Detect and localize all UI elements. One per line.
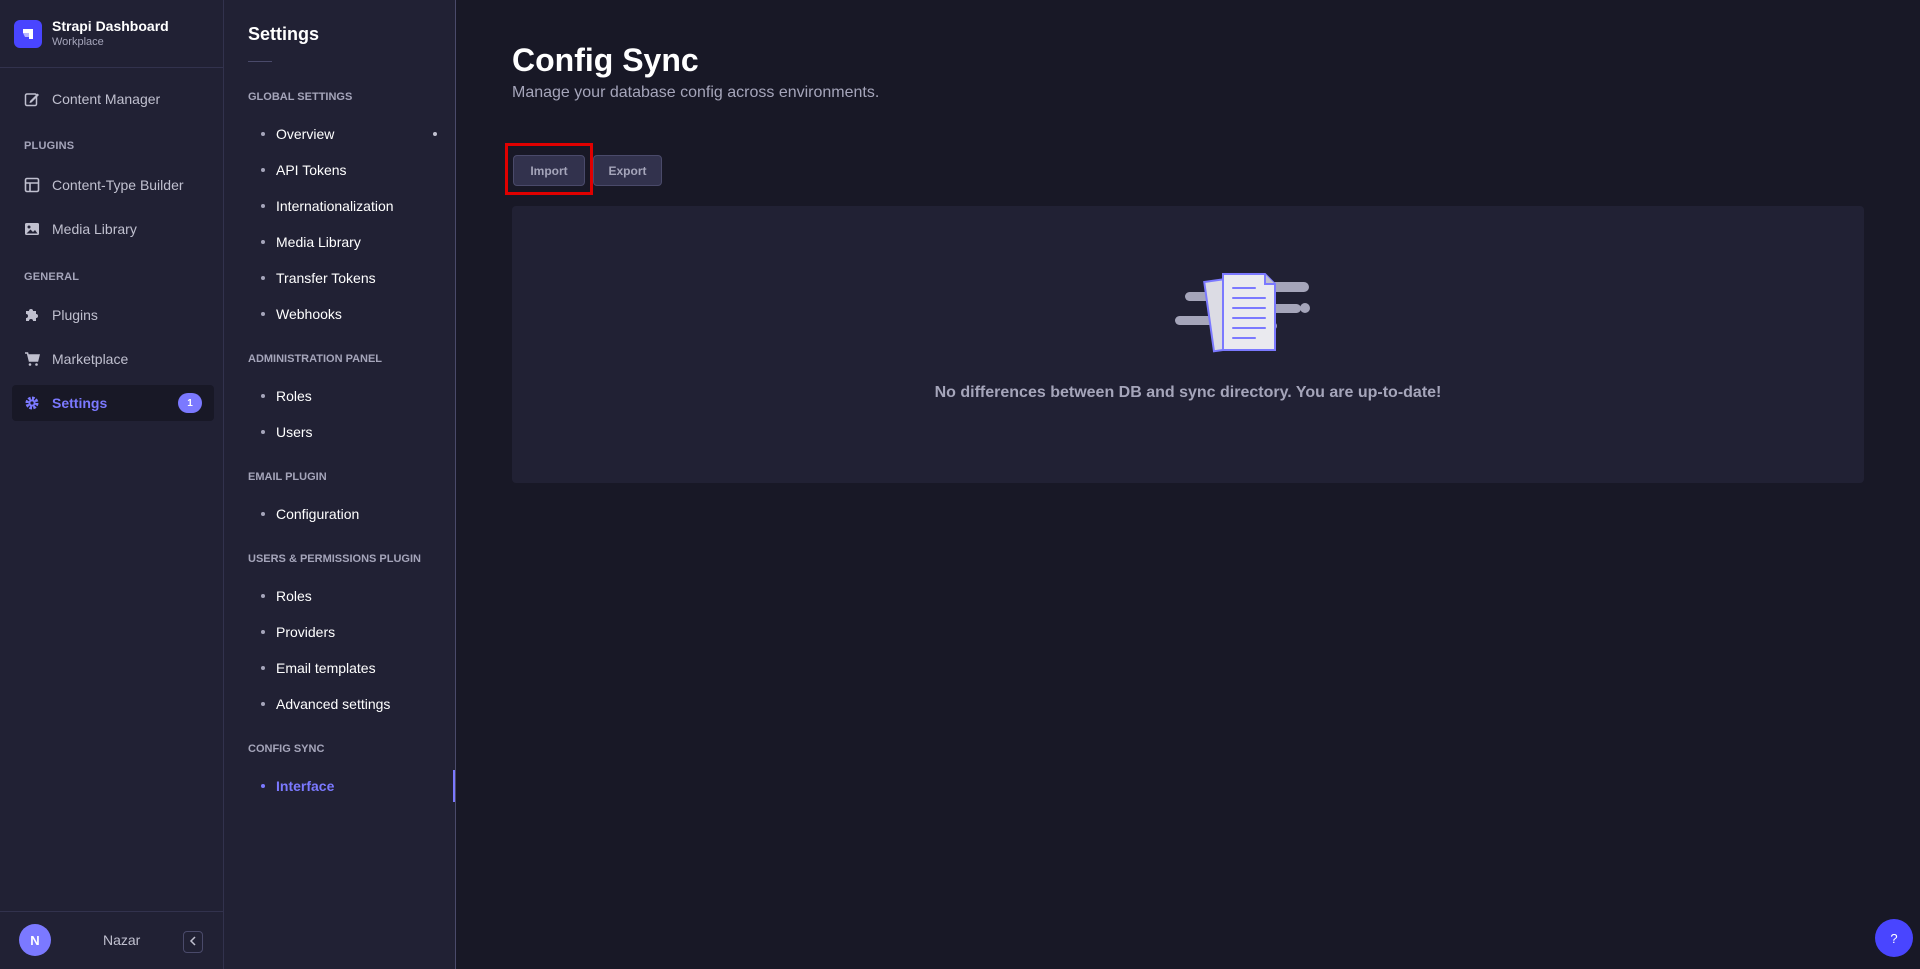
subnav-item-label: Advanced settings [276,696,391,712]
pencil-icon [24,91,40,107]
nav-content-type-builder-label: Content-Type Builder [52,177,184,193]
main-content: Config Sync Manage your database config … [456,0,1920,969]
subnav-divider [248,61,272,62]
subnav-item-email-templates[interactable]: Email templates [224,652,455,684]
overview-indicator-dot [433,132,437,136]
page-title: Config Sync [512,42,699,78]
page-subtitle: Manage your database config across envir… [512,84,880,101]
nav-media-library[interactable]: Media Library [12,211,214,247]
nav-settings[interactable]: Settings 1 [12,385,214,421]
subnav-item-media-library[interactable]: Media Library [224,226,455,258]
settings-badge: 1 [178,393,202,413]
section-global-settings: GLOBAL SETTINGS [248,91,353,103]
subnav-item-users[interactable]: Users [224,416,455,448]
chevron-left-icon [189,933,197,951]
brand: Strapi Dashboard Workplace [0,0,223,68]
subnav-item-label: API Tokens [276,162,347,178]
subnav-item-label: Roles [276,388,312,404]
subnav-item-label: Webhooks [276,306,342,322]
subnav-item-providers[interactable]: Providers [224,616,455,648]
collapse-nav-button[interactable] [183,931,203,953]
nav-plugins[interactable]: Plugins [12,297,214,333]
nav-settings-label: Settings [52,395,108,411]
subnav-item-label: Users [276,424,313,440]
subnav-item-label: Interface [276,778,335,794]
nav-content-manager-label: Content Manager [52,91,161,107]
nav-section-general: GENERAL [24,271,80,283]
subnav-item-label: Media Library [276,234,361,250]
documents-illustration-icon [1175,270,1315,360]
subnav-item-label: Email templates [276,660,376,676]
username[interactable]: Nazar [103,932,140,948]
strapi-logo-icon [14,19,42,48]
section-administration-panel: ADMINISTRATION PANEL [248,353,383,365]
nav-section-plugins: PLUGINS [24,140,75,152]
gear-icon [24,395,40,411]
subnav-item-configuration[interactable]: Configuration [224,498,455,530]
avatar[interactable]: N [19,924,51,956]
subnav-item-overview[interactable]: Overview [224,118,455,150]
section-email-plugin: EMAIL PLUGIN [248,471,327,483]
subnav-item-label: Overview [276,126,335,142]
subnav-item-label: Configuration [276,506,360,522]
empty-state-panel: No differences between DB and sync direc… [512,206,1864,483]
cart-icon [24,351,40,367]
import-button[interactable]: Import [513,155,585,186]
subnav-item-api-tokens[interactable]: API Tokens [224,154,455,186]
subnav-item-label: Transfer Tokens [276,270,376,286]
layout-icon [24,177,40,193]
subnav-item-label: Roles [276,588,312,604]
puzzle-icon [24,307,40,323]
nav-media-library-label: Media Library [52,221,137,237]
subnav-item-admin-roles[interactable]: Roles [224,380,455,412]
nav-footer: N Nazar [0,911,224,969]
subnav-item-label: Providers [276,624,336,640]
nav-content-manager[interactable]: Content Manager [12,81,214,117]
nav-plugins-label: Plugins [52,307,98,323]
subnav-item-advanced-settings[interactable]: Advanced settings [224,688,455,720]
subnav-item-up-roles[interactable]: Roles [224,580,455,612]
subnav-item-internationalization[interactable]: Internationalization [224,190,455,222]
brand-subtitle: Workplace [52,35,104,48]
empty-state-message: No differences between DB and sync direc… [934,384,1442,401]
nav-marketplace[interactable]: Marketplace [12,341,214,377]
subnav-item-interface[interactable]: Interface [224,770,455,802]
main-nav: Strapi Dashboard Workplace Content Manag… [0,0,224,969]
brand-title: Strapi Dashboard [52,17,169,34]
image-icon [24,221,40,237]
subnav-title: Settings [248,24,320,44]
nav-content-type-builder[interactable]: Content-Type Builder [12,167,214,203]
settings-subnav: Settings GLOBAL SETTINGS Overview API To… [224,0,456,969]
section-users-permissions: USERS & PERMISSIONS PLUGIN [248,553,421,565]
help-button[interactable]: ? [1875,919,1913,957]
subnav-item-transfer-tokens[interactable]: Transfer Tokens [224,262,455,294]
nav-marketplace-label: Marketplace [52,351,129,367]
export-button[interactable]: Export [593,155,662,186]
section-config-sync: CONFIG SYNC [248,743,325,755]
subnav-item-label: Internationalization [276,198,394,214]
app: Strapi Dashboard Workplace Content Manag… [0,0,1920,969]
subnav-item-webhooks[interactable]: Webhooks [224,298,455,330]
